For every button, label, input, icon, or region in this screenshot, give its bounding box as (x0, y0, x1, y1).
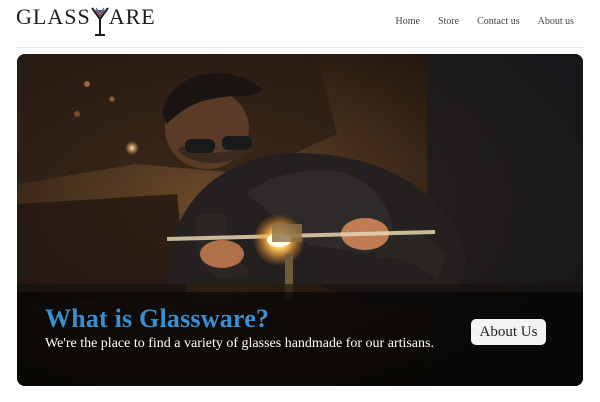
main-nav: Home Store Contact us About us (378, 16, 574, 27)
wine-glass-icon (90, 6, 110, 38)
glassware-logo[interactable]: GLASS ARE (16, 6, 156, 38)
nav-about[interactable]: About us (538, 16, 574, 27)
about-us-button[interactable]: About Us (471, 319, 546, 345)
hero-banner: What is Glassware? We're the place to fi… (17, 54, 583, 386)
header-divider (16, 47, 584, 48)
hero-subtitle: We're the place to find a variety of gla… (45, 336, 434, 351)
hero-title: What is Glassware? (45, 304, 270, 333)
logo-text-right: ARE (108, 4, 156, 29)
hero-caption: What is Glassware? We're the place to fi… (17, 292, 583, 386)
nav-store[interactable]: Store (438, 16, 459, 27)
nav-contact[interactable]: Contact us (477, 16, 520, 27)
logo-text-left: GLASS (16, 4, 91, 29)
nav-home[interactable]: Home (396, 16, 420, 27)
site-header: GLASS ARE Home Store Contact us About us (0, 0, 600, 48)
